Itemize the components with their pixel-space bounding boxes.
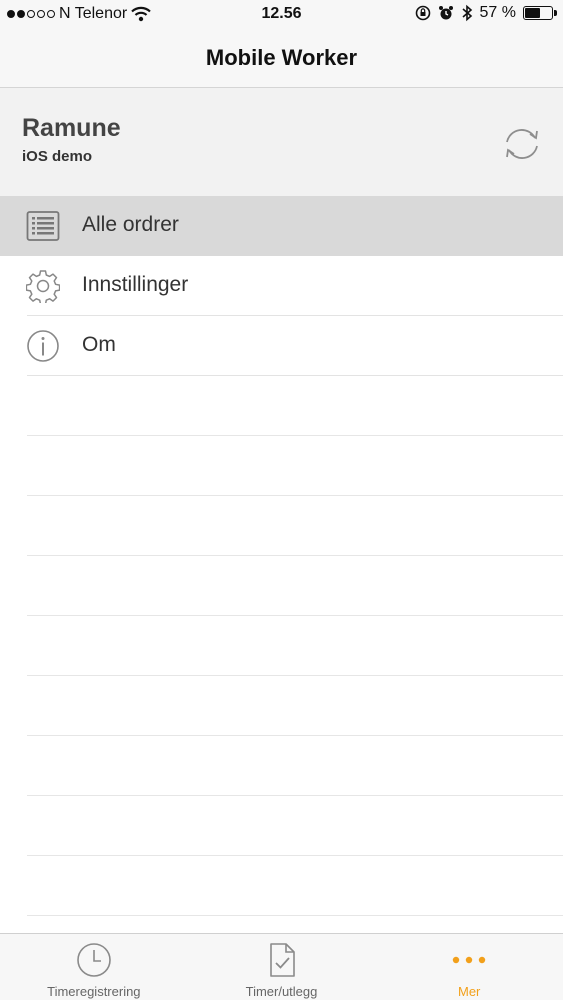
tab-timer-utlegg[interactable]: Timer/utlegg (188, 934, 376, 1000)
tab-timeregistrering[interactable]: Timeregistrering (0, 934, 188, 1000)
menu-item-innstillinger[interactable]: Innstillinger (0, 256, 563, 316)
status-right: 57 % (415, 4, 557, 22)
empty-list-row (0, 496, 563, 556)
user-subtitle: iOS demo (22, 148, 93, 165)
orientation-lock-icon (415, 5, 430, 21)
empty-list-row (0, 376, 563, 436)
empty-list-row (0, 436, 563, 496)
info-icon (27, 330, 59, 362)
user-name: Ramune (22, 114, 121, 142)
clock-icon (77, 943, 111, 977)
empty-list-row (0, 736, 563, 796)
empty-list-row (0, 856, 563, 916)
empty-list-row (0, 676, 563, 736)
tab-bar: Timeregistrering Timer/utlegg Mer (0, 933, 563, 1000)
gear-icon (26, 270, 60, 303)
document-check-icon (269, 943, 295, 977)
profile-header: Ramune iOS demo (0, 88, 563, 196)
battery-icon (523, 6, 557, 20)
menu-item-alle-ordrer[interactable]: Alle ordrer (0, 196, 563, 256)
menu-item-om[interactable]: Om (0, 316, 563, 376)
page-title: Mobile Worker (205, 45, 358, 70)
tab-label: Timer/utlegg (245, 984, 318, 999)
empty-list-row (0, 616, 563, 676)
more-dots-icon (452, 956, 486, 964)
menu-list: Alle ordrer Innstillinger Om (0, 196, 563, 916)
empty-list-row (0, 796, 563, 856)
battery-percentage: 57 % (479, 4, 516, 21)
sync-icon[interactable] (500, 122, 544, 166)
list-icon (26, 211, 60, 241)
empty-list-row (0, 556, 563, 616)
status-bar: N Telenor 12.56 57 % (0, 0, 563, 30)
menu-item-label: Om (82, 333, 116, 356)
alarm-icon (438, 6, 453, 20)
bluetooth-icon (462, 4, 472, 22)
tab-label: Mer (457, 984, 481, 999)
tab-label: Timeregistrering (47, 984, 141, 999)
menu-item-label: Alle ordrer (82, 213, 179, 236)
navigation-bar: Mobile Worker (0, 30, 563, 88)
tab-mer[interactable]: Mer (375, 934, 563, 1000)
menu-item-label: Innstillinger (82, 273, 189, 296)
